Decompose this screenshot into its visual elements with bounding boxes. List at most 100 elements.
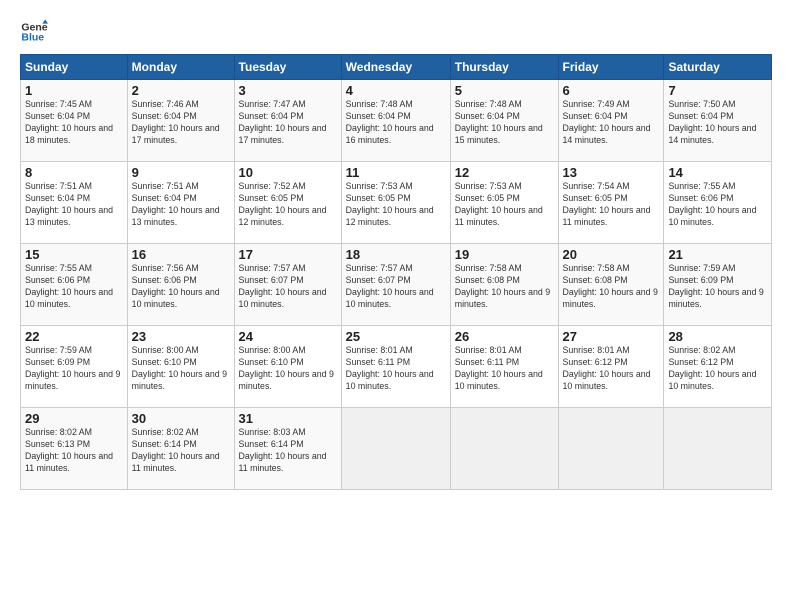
day-cell: 25Sunrise: 8:01 AMSunset: 6:11 PMDayligh… xyxy=(341,326,450,408)
day-number: 12 xyxy=(455,165,554,180)
day-cell: 17Sunrise: 7:57 AMSunset: 6:07 PMDayligh… xyxy=(234,244,341,326)
day-info: Sunrise: 7:49 AMSunset: 6:04 PMDaylight:… xyxy=(563,99,660,147)
day-number: 5 xyxy=(455,83,554,98)
day-number: 2 xyxy=(132,83,230,98)
day-info: Sunrise: 7:57 AMSunset: 6:07 PMDaylight:… xyxy=(346,263,446,311)
day-info: Sunrise: 8:03 AMSunset: 6:14 PMDaylight:… xyxy=(239,427,337,475)
day-cell: 18Sunrise: 7:57 AMSunset: 6:07 PMDayligh… xyxy=(341,244,450,326)
day-number: 9 xyxy=(132,165,230,180)
day-info: Sunrise: 7:51 AMSunset: 6:04 PMDaylight:… xyxy=(25,181,123,229)
day-number: 23 xyxy=(132,329,230,344)
header: General Blue xyxy=(20,18,772,46)
day-number: 18 xyxy=(346,247,446,262)
day-cell: 27Sunrise: 8:01 AMSunset: 6:12 PMDayligh… xyxy=(558,326,664,408)
day-info: Sunrise: 7:58 AMSunset: 6:08 PMDaylight:… xyxy=(563,263,660,311)
day-info: Sunrise: 7:55 AMSunset: 6:06 PMDaylight:… xyxy=(668,181,767,229)
day-number: 15 xyxy=(25,247,123,262)
day-info: Sunrise: 7:46 AMSunset: 6:04 PMDaylight:… xyxy=(132,99,230,147)
day-cell: 31Sunrise: 8:03 AMSunset: 6:14 PMDayligh… xyxy=(234,408,341,490)
day-cell: 26Sunrise: 8:01 AMSunset: 6:11 PMDayligh… xyxy=(450,326,558,408)
day-number: 6 xyxy=(563,83,660,98)
day-number: 31 xyxy=(239,411,337,426)
col-header-thursday: Thursday xyxy=(450,55,558,80)
day-info: Sunrise: 7:48 AMSunset: 6:04 PMDaylight:… xyxy=(346,99,446,147)
day-cell: 21Sunrise: 7:59 AMSunset: 6:09 PMDayligh… xyxy=(664,244,772,326)
day-info: Sunrise: 8:00 AMSunset: 6:10 PMDaylight:… xyxy=(132,345,230,393)
day-number: 7 xyxy=(668,83,767,98)
col-header-wednesday: Wednesday xyxy=(341,55,450,80)
day-cell: 14Sunrise: 7:55 AMSunset: 6:06 PMDayligh… xyxy=(664,162,772,244)
day-number: 28 xyxy=(668,329,767,344)
logo-icon: General Blue xyxy=(20,18,48,46)
header-row: SundayMondayTuesdayWednesdayThursdayFrid… xyxy=(21,55,772,80)
day-info: Sunrise: 7:59 AMSunset: 6:09 PMDaylight:… xyxy=(668,263,767,311)
day-info: Sunrise: 7:53 AMSunset: 6:05 PMDaylight:… xyxy=(455,181,554,229)
day-cell: 15Sunrise: 7:55 AMSunset: 6:06 PMDayligh… xyxy=(21,244,128,326)
day-number: 26 xyxy=(455,329,554,344)
day-number: 13 xyxy=(563,165,660,180)
day-number: 20 xyxy=(563,247,660,262)
svg-text:Blue: Blue xyxy=(21,31,44,43)
day-cell: 8Sunrise: 7:51 AMSunset: 6:04 PMDaylight… xyxy=(21,162,128,244)
day-info: Sunrise: 7:53 AMSunset: 6:05 PMDaylight:… xyxy=(346,181,446,229)
day-cell: 20Sunrise: 7:58 AMSunset: 6:08 PMDayligh… xyxy=(558,244,664,326)
day-number: 21 xyxy=(668,247,767,262)
day-cell: 11Sunrise: 7:53 AMSunset: 6:05 PMDayligh… xyxy=(341,162,450,244)
day-cell: 12Sunrise: 7:53 AMSunset: 6:05 PMDayligh… xyxy=(450,162,558,244)
day-number: 11 xyxy=(346,165,446,180)
day-info: Sunrise: 7:50 AMSunset: 6:04 PMDaylight:… xyxy=(668,99,767,147)
day-number: 25 xyxy=(346,329,446,344)
day-info: Sunrise: 7:52 AMSunset: 6:05 PMDaylight:… xyxy=(239,181,337,229)
day-cell: 1Sunrise: 7:45 AMSunset: 6:04 PMDaylight… xyxy=(21,80,128,162)
day-info: Sunrise: 7:48 AMSunset: 6:04 PMDaylight:… xyxy=(455,99,554,147)
day-number: 3 xyxy=(239,83,337,98)
day-info: Sunrise: 7:59 AMSunset: 6:09 PMDaylight:… xyxy=(25,345,123,393)
day-cell: 4Sunrise: 7:48 AMSunset: 6:04 PMDaylight… xyxy=(341,80,450,162)
week-row-2: 15Sunrise: 7:55 AMSunset: 6:06 PMDayligh… xyxy=(21,244,772,326)
day-number: 10 xyxy=(239,165,337,180)
day-info: Sunrise: 8:02 AMSunset: 6:13 PMDaylight:… xyxy=(25,427,123,475)
day-info: Sunrise: 7:56 AMSunset: 6:06 PMDaylight:… xyxy=(132,263,230,311)
day-cell: 6Sunrise: 7:49 AMSunset: 6:04 PMDaylight… xyxy=(558,80,664,162)
day-info: Sunrise: 7:51 AMSunset: 6:04 PMDaylight:… xyxy=(132,181,230,229)
day-info: Sunrise: 7:57 AMSunset: 6:07 PMDaylight:… xyxy=(239,263,337,311)
week-row-3: 22Sunrise: 7:59 AMSunset: 6:09 PMDayligh… xyxy=(21,326,772,408)
logo: General Blue xyxy=(20,18,48,46)
day-number: 30 xyxy=(132,411,230,426)
page: General Blue SundayMondayTuesdayWednesda… xyxy=(0,0,792,612)
day-cell: 23Sunrise: 8:00 AMSunset: 6:10 PMDayligh… xyxy=(127,326,234,408)
day-cell xyxy=(341,408,450,490)
week-row-1: 8Sunrise: 7:51 AMSunset: 6:04 PMDaylight… xyxy=(21,162,772,244)
day-info: Sunrise: 7:54 AMSunset: 6:05 PMDaylight:… xyxy=(563,181,660,229)
day-number: 16 xyxy=(132,247,230,262)
day-info: Sunrise: 8:02 AMSunset: 6:12 PMDaylight:… xyxy=(668,345,767,393)
day-number: 8 xyxy=(25,165,123,180)
day-number: 27 xyxy=(563,329,660,344)
day-cell xyxy=(450,408,558,490)
day-number: 1 xyxy=(25,83,123,98)
day-cell: 29Sunrise: 8:02 AMSunset: 6:13 PMDayligh… xyxy=(21,408,128,490)
day-cell: 10Sunrise: 7:52 AMSunset: 6:05 PMDayligh… xyxy=(234,162,341,244)
day-number: 22 xyxy=(25,329,123,344)
day-info: Sunrise: 7:58 AMSunset: 6:08 PMDaylight:… xyxy=(455,263,554,311)
day-cell: 16Sunrise: 7:56 AMSunset: 6:06 PMDayligh… xyxy=(127,244,234,326)
day-cell: 2Sunrise: 7:46 AMSunset: 6:04 PMDaylight… xyxy=(127,80,234,162)
col-header-friday: Friday xyxy=(558,55,664,80)
day-cell xyxy=(664,408,772,490)
day-number: 17 xyxy=(239,247,337,262)
day-cell: 3Sunrise: 7:47 AMSunset: 6:04 PMDaylight… xyxy=(234,80,341,162)
day-cell: 7Sunrise: 7:50 AMSunset: 6:04 PMDaylight… xyxy=(664,80,772,162)
day-cell: 5Sunrise: 7:48 AMSunset: 6:04 PMDaylight… xyxy=(450,80,558,162)
day-number: 24 xyxy=(239,329,337,344)
day-info: Sunrise: 7:47 AMSunset: 6:04 PMDaylight:… xyxy=(239,99,337,147)
col-header-saturday: Saturday xyxy=(664,55,772,80)
day-info: Sunrise: 8:02 AMSunset: 6:14 PMDaylight:… xyxy=(132,427,230,475)
day-cell: 9Sunrise: 7:51 AMSunset: 6:04 PMDaylight… xyxy=(127,162,234,244)
day-cell: 19Sunrise: 7:58 AMSunset: 6:08 PMDayligh… xyxy=(450,244,558,326)
day-cell: 28Sunrise: 8:02 AMSunset: 6:12 PMDayligh… xyxy=(664,326,772,408)
col-header-monday: Monday xyxy=(127,55,234,80)
day-info: Sunrise: 8:01 AMSunset: 6:11 PMDaylight:… xyxy=(346,345,446,393)
day-info: Sunrise: 8:01 AMSunset: 6:11 PMDaylight:… xyxy=(455,345,554,393)
day-number: 14 xyxy=(668,165,767,180)
day-info: Sunrise: 8:00 AMSunset: 6:10 PMDaylight:… xyxy=(239,345,337,393)
